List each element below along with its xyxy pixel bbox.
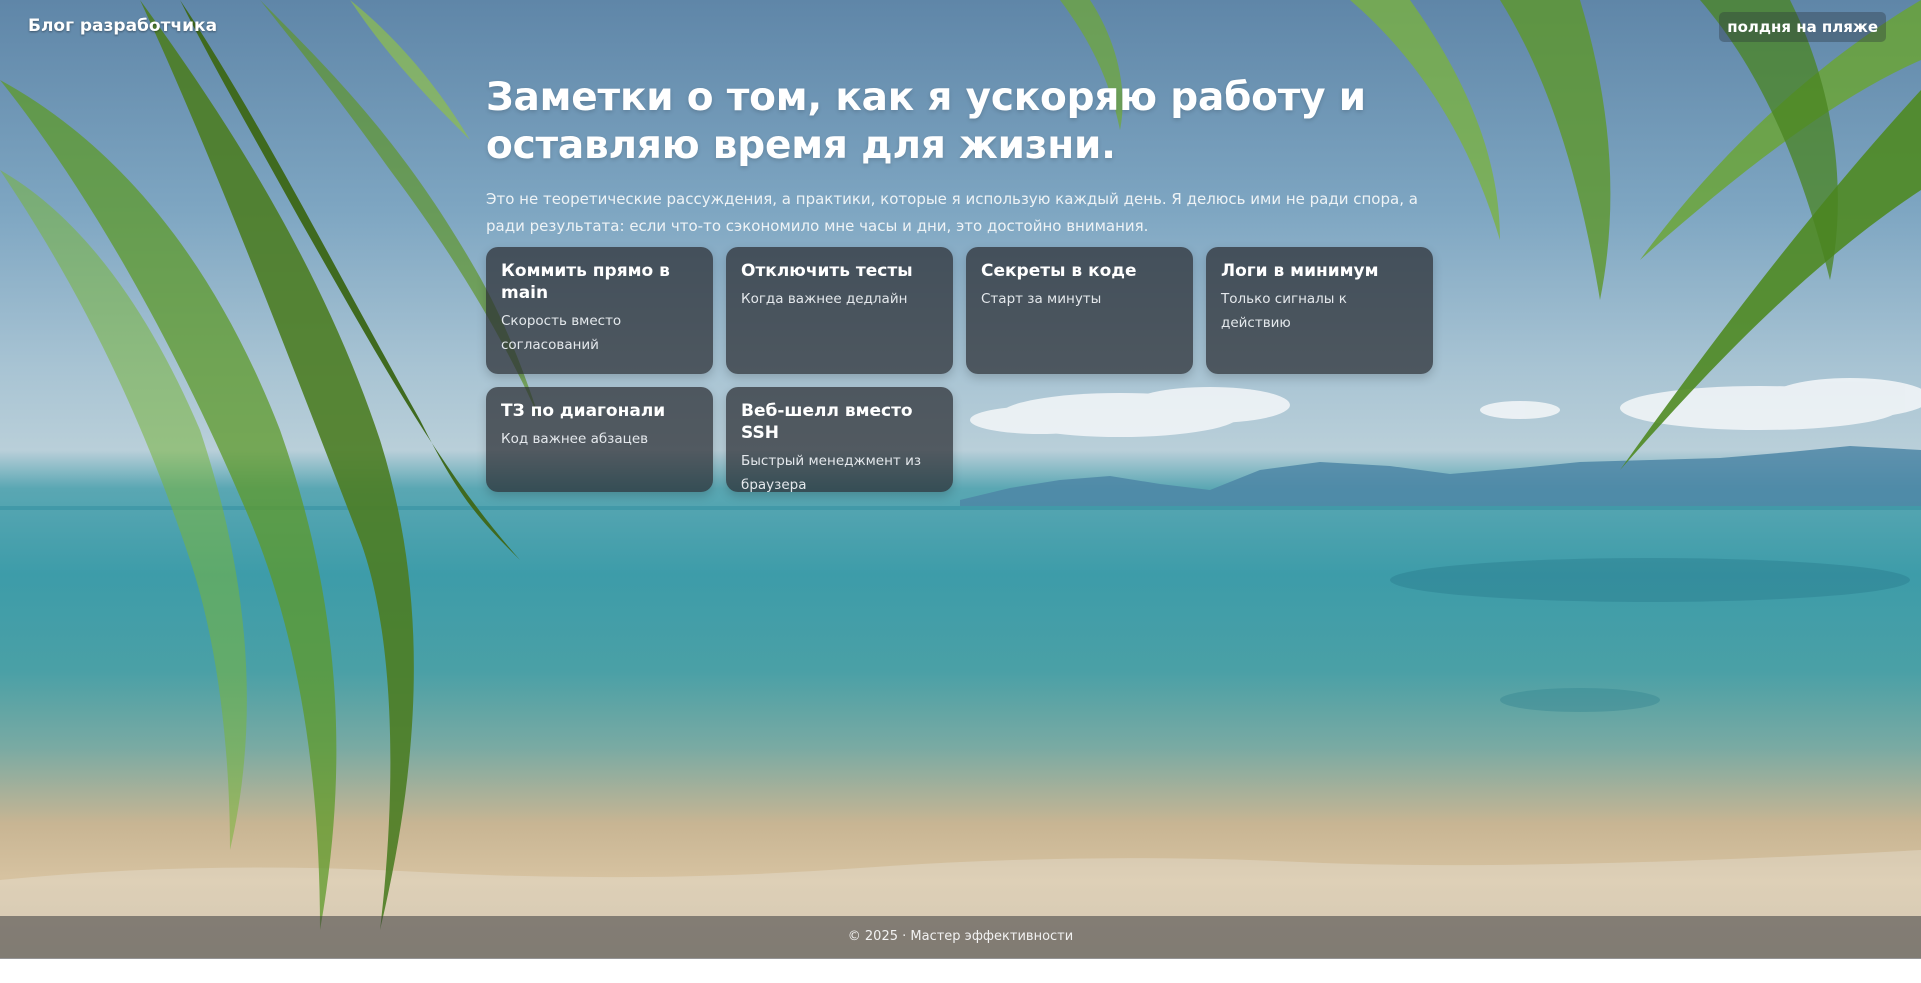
footer: © 2025 · Мастер эффективности [0,916,1921,959]
card-title: Логи в минимум [1221,261,1379,281]
card-subtitle: Код важнее абзацев [501,431,649,447]
card-title: Коммить прямо в main [501,261,670,303]
card-secrets-in-code[interactable]: Секреты в коде Старт за минуты [966,247,1193,374]
clouds [970,378,1921,437]
hero: Заметки о том, как я ускоряю работу и ос… [486,74,1446,240]
card-disable-tests[interactable]: Отключить тесты Когда важнее дедлайн [726,247,953,374]
mountains [960,446,1921,506]
card-subtitle: Старт за минуты [981,291,1102,307]
card-subtitle: Только сигналы к действию [1221,291,1347,331]
card-subtitle: Скорость вместо согласований [501,313,622,353]
card-minimal-logs[interactable]: Логи в минимум Только сигналы к действию [1206,247,1433,374]
card-title: ТЗ по диагонали [501,401,666,421]
theme-toggle-button[interactable]: полдня на пляже [1719,12,1886,42]
palm-fronds-left [0,0,540,930]
card-web-shell[interactable]: Веб-шелл вместо SSH Быстрый менеджмент и… [726,387,953,493]
card-spec-skim[interactable]: ТЗ по диагонали Код важнее абзацев [486,387,713,492]
page-title: Заметки о том, как я ускоряю работу и ос… [486,75,1366,168]
hero-lead: Это не теоретические рассуждения, а прак… [486,190,1418,235]
card-subtitle: Быстрый менеджмент из браузера [741,453,922,493]
card-title: Отключить тесты [741,261,913,281]
card-title: Веб-шелл вместо SSH [741,401,913,443]
card-title: Секреты в коде [981,261,1137,281]
footer-copyright: © 2025 · Мастер эффективности [847,929,1074,944]
top-bar: Блог разработчика полдня на пляже [0,0,1921,54]
site-brand[interactable]: Блог разработчика [28,16,217,36]
card-subtitle: Когда важнее дедлайн [741,291,908,307]
card-commit-main[interactable]: Коммить прямо в main Скорость вместо сог… [486,247,713,374]
